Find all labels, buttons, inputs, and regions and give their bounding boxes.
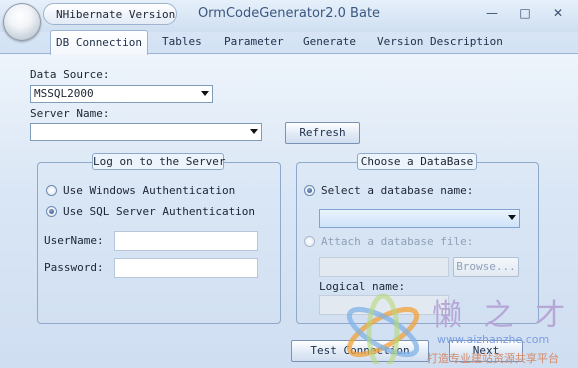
tab-tables[interactable]: Tables bbox=[158, 32, 206, 52]
watermark-logo-icon bbox=[346, 293, 420, 364]
windows-auth-label[interactable]: Use Windows Authentication bbox=[63, 184, 235, 197]
server-name-label: Server Name: bbox=[30, 107, 110, 120]
sql-auth-label[interactable]: Use SQL Server Authentication bbox=[63, 205, 255, 218]
tab-strip: DB Connection Tables Parameter Generate … bbox=[0, 30, 578, 55]
tab-generate[interactable]: Generate bbox=[299, 32, 360, 52]
sql-auth-radio[interactable] bbox=[46, 206, 57, 217]
close-icon[interactable]: ✕ bbox=[548, 4, 568, 22]
minimize-icon[interactable]: — bbox=[482, 4, 502, 22]
logon-group-title: Log on to the Server bbox=[92, 153, 226, 170]
data-source-label: Data Source: bbox=[30, 68, 110, 81]
username-label: UserName: bbox=[44, 234, 104, 247]
password-field[interactable] bbox=[114, 258, 258, 278]
nhibernate-version-button[interactable]: NHibernate Version bbox=[43, 3, 177, 25]
browse-button[interactable]: Browse... bbox=[453, 257, 519, 277]
data-source-select[interactable]: MSSQL2000 bbox=[30, 85, 213, 103]
app-window: OrmCodeGenerator2.0 Bate NHibernate Vers… bbox=[0, 0, 578, 368]
chevron-down-icon bbox=[250, 129, 258, 134]
server-name-select[interactable] bbox=[30, 123, 262, 141]
chevron-down-icon bbox=[508, 215, 516, 220]
tab-db-connection[interactable]: DB Connection bbox=[50, 30, 148, 55]
windows-auth-radio[interactable] bbox=[46, 185, 57, 196]
data-source-value: MSSQL2000 bbox=[34, 87, 94, 100]
select-db-label[interactable]: Select a database name: bbox=[321, 184, 473, 197]
watermark-slogan: 打造专业建站资源共享平台 bbox=[427, 352, 559, 365]
attach-file-field[interactable] bbox=[319, 257, 449, 277]
watermark-logo-text: 懒 之 才 bbox=[432, 298, 572, 333]
maximize-icon[interactable]: □ bbox=[515, 4, 535, 22]
password-label: Password: bbox=[44, 261, 104, 274]
refresh-button[interactable]: Refresh bbox=[285, 122, 360, 144]
select-db-radio[interactable] bbox=[304, 185, 315, 196]
database-name-select[interactable] bbox=[319, 209, 520, 228]
database-group-title: Choose a DataBase bbox=[357, 153, 477, 170]
username-field[interactable] bbox=[114, 231, 258, 251]
tab-version-description[interactable]: Version Description bbox=[373, 32, 507, 52]
attach-db-label[interactable]: Attach a database file: bbox=[321, 235, 473, 248]
watermark-url: www.aizhanzhe.com bbox=[437, 333, 550, 346]
chevron-down-icon bbox=[201, 91, 209, 96]
attach-db-radio[interactable] bbox=[304, 236, 315, 247]
tab-parameter[interactable]: Parameter bbox=[220, 32, 288, 52]
